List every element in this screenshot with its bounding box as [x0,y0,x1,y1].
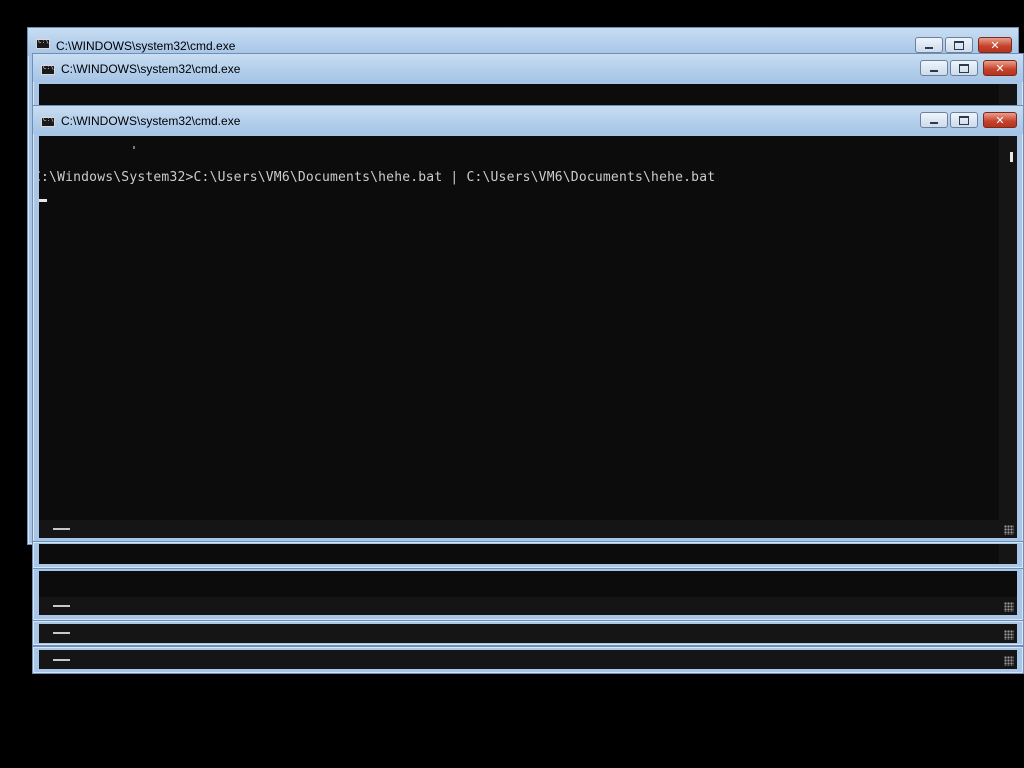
scroll-thumb[interactable] [1010,152,1013,162]
cmd-window-strip-1[interactable] [32,620,1024,646]
window-title: C:\WINDOWS\system32\cmd.exe [61,114,241,128]
scroll-thumb[interactable] [53,605,70,607]
maximize-button[interactable] [950,112,978,128]
title-bar[interactable]: C:\WINDOWS\system32\cmd.exe ✕ [33,106,1023,134]
console-area[interactable] [39,650,1017,669]
cmd-app-icon [36,38,50,49]
minimize-button[interactable] [915,37,943,53]
horizontal-scrollbar[interactable] [39,520,1017,538]
maximize-icon [954,40,964,50]
vertical-scrollbar[interactable] [999,544,1017,564]
minimize-icon [930,69,938,72]
close-icon: ✕ [995,113,1005,127]
vertical-scrollbar[interactable] [999,136,1017,520]
minimize-icon [925,46,933,49]
minimize-icon [930,121,938,124]
close-icon: ✕ [990,38,1000,52]
close-button[interactable]: ✕ [983,112,1017,128]
maximize-button[interactable] [945,37,973,53]
window-title: C:\WINDOWS\system32\cmd.exe [56,39,236,53]
resize-grip-icon[interactable] [1004,602,1014,612]
close-button[interactable]: ✕ [983,60,1017,76]
console-text-fragment [133,146,135,149]
horizontal-scrollbar[interactable] [39,597,1017,615]
minimize-button[interactable] [920,112,948,128]
resize-grip-icon[interactable] [1004,525,1014,535]
window-title: C:\WINDOWS\system32\cmd.exe [61,62,241,76]
scroll-thumb[interactable] [53,632,70,634]
console-area[interactable]: C:\Windows\System32>C:\Users\VM6\Documen… [39,136,1017,538]
title-bar[interactable]: C:\WINDOWS\system32\cmd.exe ✕ [33,54,1023,82]
scroll-thumb[interactable] [53,659,70,661]
close-button[interactable]: ✕ [978,37,1012,53]
cmd-app-icon [41,116,55,127]
title-bar[interactable]: C:\WINDOWS\system32\cmd.exe ✕ [28,28,1018,56]
vertical-scrollbar[interactable] [999,84,1017,106]
maximize-button[interactable] [950,60,978,76]
console-command-line[interactable]: C:\Windows\System32>C:\Users\VM6\Documen… [39,170,715,185]
maximize-icon [959,63,969,73]
cmd-app-icon [41,64,55,75]
cmd-window-strip-3[interactable] [32,541,1024,569]
console-area[interactable] [39,624,1017,643]
maximize-icon [959,115,969,125]
resize-grip-icon[interactable] [1004,656,1014,666]
console-area[interactable] [39,544,1017,564]
console-area[interactable] [39,84,1017,106]
cmd-window-strip-2[interactable] [32,646,1024,674]
text-cursor [39,199,47,202]
scroll-thumb[interactable] [53,528,70,530]
console-area[interactable] [39,571,1017,615]
resize-grip-icon[interactable] [1004,630,1014,640]
minimize-button[interactable] [920,60,948,76]
cmd-window-front[interactable]: C:\WINDOWS\system32\cmd.exe ✕ C:\Windows… [32,105,1024,543]
close-icon: ✕ [995,61,1005,75]
